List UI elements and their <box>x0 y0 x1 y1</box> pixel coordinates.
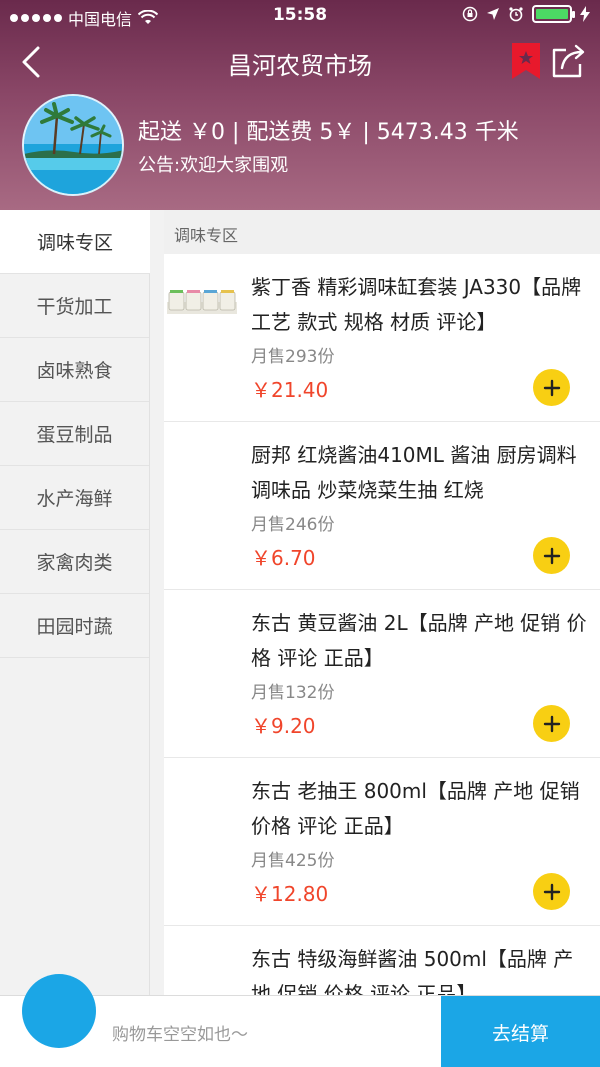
sidebar-item-vegetables[interactable]: 田园时蔬 <box>0 594 149 658</box>
add-to-cart-button[interactable] <box>533 369 570 406</box>
add-to-cart-button[interactable] <box>533 537 570 574</box>
status-right <box>462 5 590 23</box>
bookmark-star-icon <box>512 43 540 79</box>
battery-icon <box>532 5 575 23</box>
plus-icon <box>543 715 560 732</box>
product-sales: 月售293份 <box>251 347 335 367</box>
shop-header: 中国电信 15:58 昌河农贸市场 起送 ￥0 | 配送费 5￥ | 5473.… <box>0 0 600 210</box>
plus-icon <box>543 883 560 900</box>
cart-bar: 购物车空空如也～ 去结算 <box>0 974 600 1067</box>
shop-delivery-info: 起送 ￥0 | 配送费 5￥ | 5473.43 千米 <box>138 120 519 145</box>
shop-notice: 公告:欢迎大家围观 <box>138 155 289 176</box>
list-item[interactable]: 厨邦 红烧酱油410ML 酱油 厨房调料 调味品 炒菜烧菜生抽 红烧 月售246… <box>164 422 600 590</box>
alarm-icon <box>509 7 523 22</box>
plus-icon <box>543 379 560 396</box>
page-title: 昌河农贸市场 <box>228 52 372 80</box>
charging-icon <box>580 6 590 22</box>
product-name[interactable]: 东古 特级海鲜酱油 500ml【品牌 产地 促销 价格 评论 正品】 <box>251 942 589 995</box>
sidebar-item-eggs-tofu[interactable]: 蛋豆制品 <box>0 402 149 466</box>
list-item[interactable]: 东古 特级海鲜酱油 500ml【品牌 产地 促销 价格 评论 正品】 <box>164 926 600 995</box>
product-name[interactable]: 东古 老抽王 800ml【品牌 产地 促销 价格 评论 正品】 <box>251 774 589 844</box>
product-name[interactable]: 厨邦 红烧酱油410ML 酱油 厨房调料 调味品 炒菜烧菜生抽 红烧 <box>251 438 589 508</box>
cart-empty-text: 购物车空空如也～ <box>112 1025 248 1045</box>
sidebar-item-braised-food[interactable]: 卤味熟食 <box>0 338 149 402</box>
product-image <box>167 290 237 314</box>
cart-icon[interactable] <box>22 974 96 1048</box>
sidebar-item-dry-goods[interactable]: 干货加工 <box>0 274 149 338</box>
location-arrow-icon <box>487 8 499 20</box>
product-price: ￥6.70 <box>251 546 316 570</box>
product-name[interactable]: 紫丁香 精彩调味缸套装 JA330【品牌 工艺 款式 规格 材质 评论】 <box>251 270 589 340</box>
sidebar-item-seasoning[interactable]: 调味专区 <box>0 210 150 274</box>
add-to-cart-button[interactable] <box>533 705 570 742</box>
product-sales: 月售425份 <box>251 851 335 871</box>
status-bar: 中国电信 15:58 <box>0 0 600 32</box>
product-name[interactable]: 东古 黄豆酱油 2L【品牌 产地 促销 价格 评论 正品】 <box>251 606 589 676</box>
sidebar-item-seafood[interactable]: 水产海鲜 <box>0 466 149 530</box>
product-list[interactable]: 调味专区 紫丁香 精彩调味缸套装 JA330【品牌 工艺 款式 规格 材质 评论… <box>164 210 600 995</box>
list-item[interactable]: 东古 黄豆酱油 2L【品牌 产地 促销 价格 评论 正品】 月售132份 ￥9.… <box>164 590 600 758</box>
list-item[interactable]: 紫丁香 精彩调味缸套装 JA330【品牌 工艺 款式 规格 材质 评论】 月售2… <box>164 254 600 422</box>
product-thumbnail[interactable] <box>167 284 237 316</box>
shop-avatar <box>22 94 124 196</box>
product-sales: 月售246份 <box>251 515 335 535</box>
shop-info: 起送 ￥0 | 配送费 5￥ | 5473.43 千米 公告:欢迎大家围观 <box>0 94 600 204</box>
product-price: ￥21.40 <box>251 378 329 402</box>
sidebar-item-poultry-meat[interactable]: 家禽肉类 <box>0 530 149 594</box>
product-price: ￥9.20 <box>251 714 316 738</box>
orientation-lock-icon <box>462 6 478 22</box>
product-sales: 月售132份 <box>251 683 335 703</box>
favorite-button[interactable] <box>511 42 541 80</box>
product-price: ￥12.80 <box>251 882 329 906</box>
checkout-button[interactable]: 去结算 <box>441 996 600 1067</box>
section-header: 调味专区 <box>164 210 600 254</box>
share-icon <box>552 44 585 78</box>
nav-bar: 昌河农贸市场 <box>0 32 600 92</box>
share-button[interactable] <box>548 42 588 80</box>
list-item[interactable]: 东古 老抽王 800ml【品牌 产地 促销 价格 评论 正品】 月售425份 ￥… <box>164 758 600 926</box>
add-to-cart-button[interactable] <box>533 873 570 910</box>
plus-icon <box>543 547 560 564</box>
shop-logo-image <box>24 96 122 194</box>
category-sidebar: 调味专区 干货加工 卤味熟食 蛋豆制品 水产海鲜 家禽肉类 田园时蔬 <box>0 210 150 995</box>
